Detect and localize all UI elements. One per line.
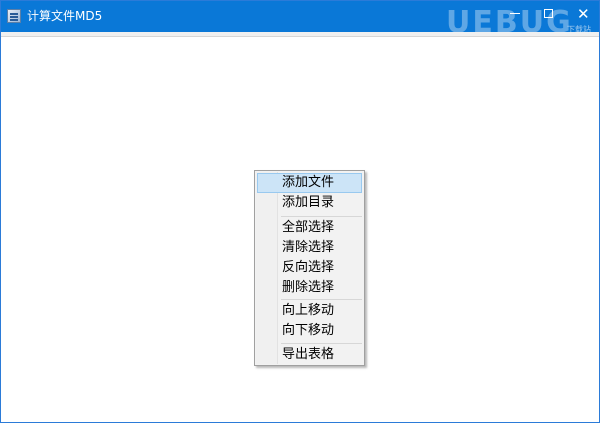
menu-separator [281, 299, 362, 300]
menu-item-select-all[interactable]: 全部选择 [257, 218, 362, 238]
context-menu: 添加文件 添加目录 全部选择 清除选择 反向选择 删除选择 向上移动 向下移动 … [254, 170, 365, 366]
menu-item-delete-selection[interactable]: 删除选择 [257, 278, 362, 298]
menu-item-invert-selection[interactable]: 反向选择 [257, 258, 362, 278]
menu-item-clear-selection[interactable]: 清除选择 [257, 238, 362, 258]
maximize-icon [544, 9, 553, 18]
menu-item-add-directory[interactable]: 添加目录 [257, 193, 362, 213]
minimize-icon [510, 13, 520, 14]
menu-item-move-up[interactable]: 向上移动 [257, 301, 362, 321]
close-button[interactable]: ✕ [565, 1, 600, 32]
menu-item-move-down[interactable]: 向下移动 [257, 321, 362, 341]
menu-separator [281, 343, 362, 344]
window-title: 计算文件MD5 [27, 9, 103, 23]
menu-item-add-file[interactable]: 添加文件 [257, 173, 362, 193]
menu-item-export-table[interactable]: 导出表格 [257, 345, 362, 365]
app-window: 计算文件MD5 UEBUG 下载站 ✕ 添加文件 添加目录 全部选择 清除选择 … [0, 0, 600, 423]
app-icon [7, 9, 21, 23]
close-icon: ✕ [577, 5, 590, 23]
menu-separator [281, 216, 362, 217]
maximize-button[interactable] [531, 1, 567, 32]
title-bar[interactable]: 计算文件MD5 UEBUG 下载站 ✕ [1, 1, 600, 38]
minimize-button[interactable] [497, 1, 533, 32]
